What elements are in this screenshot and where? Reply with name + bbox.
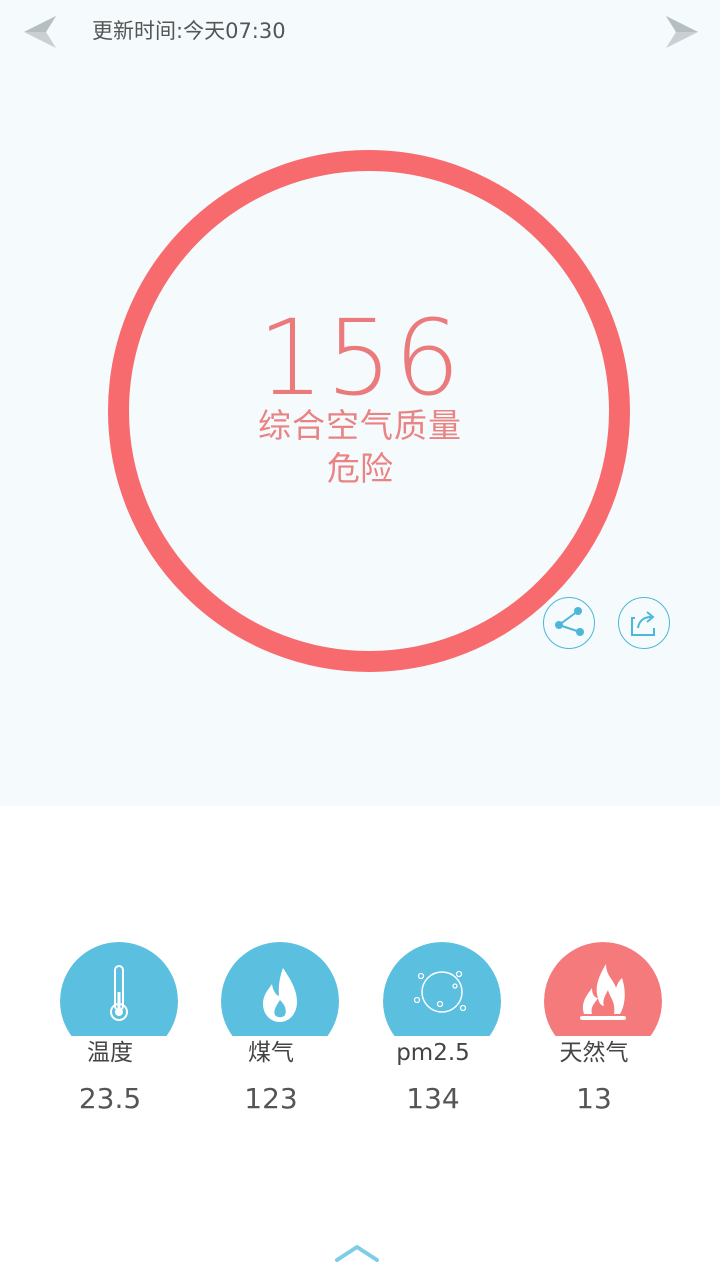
sensor-value: 134 <box>406 1082 460 1115</box>
sensor-name: 温度 <box>87 1040 133 1066</box>
aqi-label: 综合空气质量 <box>258 406 462 445</box>
nav-left-button[interactable] <box>22 14 58 50</box>
particles-icon <box>413 970 467 1013</box>
sensor-name: 天然气 <box>559 1040 629 1066</box>
sensor-value: 123 <box>244 1082 298 1115</box>
sensor-icon-badge <box>221 942 339 1036</box>
forward-button[interactable] <box>618 597 670 649</box>
expand-button[interactable] <box>334 1242 380 1264</box>
sensor-icon-badge <box>60 942 178 1036</box>
sensor-name: 煤气 <box>248 1040 294 1066</box>
sensor-icon-badge <box>544 942 662 1036</box>
aqi-status: 危险 <box>327 449 393 488</box>
thermometer-icon <box>110 965 128 1021</box>
aqi-value: 156 <box>257 297 463 419</box>
sensor-list: 温度 23.5 煤气 123 pm2.5 134 天然气 13 <box>0 940 720 1130</box>
chevron-up-icon <box>335 1245 379 1262</box>
share-icon <box>555 607 584 636</box>
sensor-value: 23.5 <box>78 1082 142 1115</box>
sensor-name: pm2.5 <box>396 1040 470 1066</box>
share-button[interactable] <box>543 597 595 649</box>
sensor-coal-gas[interactable]: 煤气 123 <box>219 940 341 1130</box>
sensor-icon-badge <box>383 942 501 1036</box>
update-time-value: 今天07:30 <box>183 19 286 43</box>
sensor-value: 13 <box>576 1082 612 1115</box>
update-time-label: 更新时间: <box>92 19 184 43</box>
sensor-temperature[interactable]: 温度 23.5 <box>58 940 180 1130</box>
nav-right-button[interactable] <box>664 14 700 50</box>
forward-icon <box>631 611 655 636</box>
update-time: 更新时间: 今天07:30 <box>92 16 286 46</box>
air-quality-panel: 更新时间: 今天07:30 156 综合空气质量 危险 <box>0 0 720 806</box>
arrow-right-icon <box>666 16 698 48</box>
sensor-natural-gas[interactable]: 天然气 13 <box>542 940 664 1130</box>
arrow-left-icon <box>24 16 56 48</box>
sensor-pm25[interactable]: pm2.5 134 <box>381 940 503 1130</box>
fire-icon <box>580 964 626 1020</box>
flame-icon <box>263 968 297 1022</box>
